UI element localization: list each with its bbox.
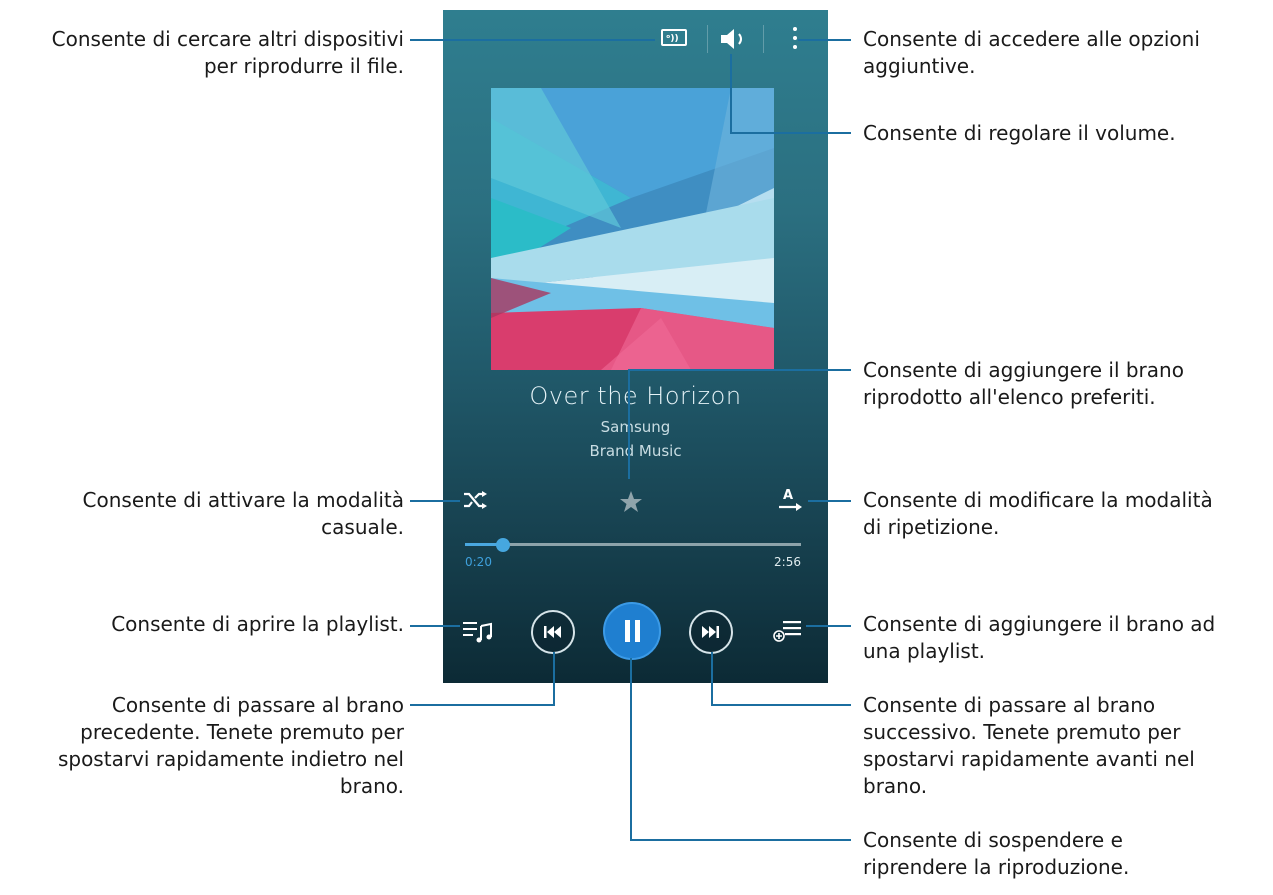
repeat-arrow [779,503,802,511]
pause-icon [625,620,640,642]
previous-button[interactable] [531,610,575,654]
menu-dot [793,27,797,31]
cast-callout-label: Consente di cercare altri dispositivi pe… [51,27,404,78]
music-player-screen: ᵒ)) Over the Horizon Samsung Brand Music… [443,10,828,683]
volume-callout-line-v [730,54,732,134]
menu-dot [793,45,797,49]
next-callout-label: Consente di passare al brano successivo.… [863,693,1195,798]
album-name: Brand Music [589,442,682,460]
previous-callout-line-h [410,704,555,706]
next-callout-line-h [711,704,851,706]
playlist-icon[interactable] [463,618,495,644]
speaker-icon[interactable] [719,27,751,51]
music-player-guide: ᵒ)) Over the Horizon Samsung Brand Music… [0,0,1273,895]
toolbar-divider [763,25,764,53]
next-button[interactable] [689,610,733,654]
skip-previous-icon [544,626,561,638]
song-title: Over the Horizon [529,382,742,410]
playlist-add-callout-label: Consente di aggiungere il brano ad una p… [863,612,1216,663]
menu-dot [793,36,797,40]
playlist-open-callout-line [410,625,460,627]
options-callout-line [798,39,851,41]
repeat-callout-label: Consente di modificare la modalità di ri… [863,488,1213,539]
add-to-playlist-icon[interactable] [773,618,803,644]
skip-next-icon [702,626,719,638]
screen-mirroring-icon[interactable]: ᵒ)) [661,29,687,46]
progress-thumb[interactable] [496,538,510,552]
pause-callout-label: Consente di sospendere e riprendere la r… [863,828,1130,879]
favorite-callout-line-v [628,369,630,479]
shuffle-callout-label: Consente di attivare la modalità casuale… [82,488,404,539]
cast-icon-glyph: ᵒ)) [666,34,679,44]
previous-callout-line-v [553,652,555,705]
volume-callout-label: Consente di regolare il volume. [863,121,1176,145]
repeat-callout-line [808,500,851,502]
playlist-open-callout-label: Consente di aprire la playlist. [111,612,404,636]
pause-callout-line-h [630,839,851,841]
repeat-mode-letter: A [783,488,794,503]
cast-callout-line [410,39,655,41]
pause-button[interactable] [603,602,661,660]
shuffle-callout-line [410,500,460,502]
playlist-add-callout-line [806,625,851,627]
next-callout-line-v [711,652,713,705]
options-callout-label: Consente di accedere alle opzioni aggiun… [863,27,1200,78]
time-elapsed: 0:20 [465,555,492,569]
previous-callout-label: Consente di passare al brano precedente.… [57,693,404,798]
toolbar-divider [707,25,708,53]
artist-name: Samsung [600,418,671,436]
volume-callout-line-h [730,132,851,134]
repeat-a-icon[interactable]: A [778,488,804,514]
favorite-callout-line-h [628,369,851,371]
progress-track[interactable] [465,543,801,546]
favorite-callout-label: Consente di aggiungere il brano riprodot… [863,358,1184,409]
shuffle-icon[interactable] [463,490,489,510]
time-total: 2:56 [774,555,801,569]
pause-callout-line-v [630,658,632,840]
star-icon[interactable] [619,490,643,514]
